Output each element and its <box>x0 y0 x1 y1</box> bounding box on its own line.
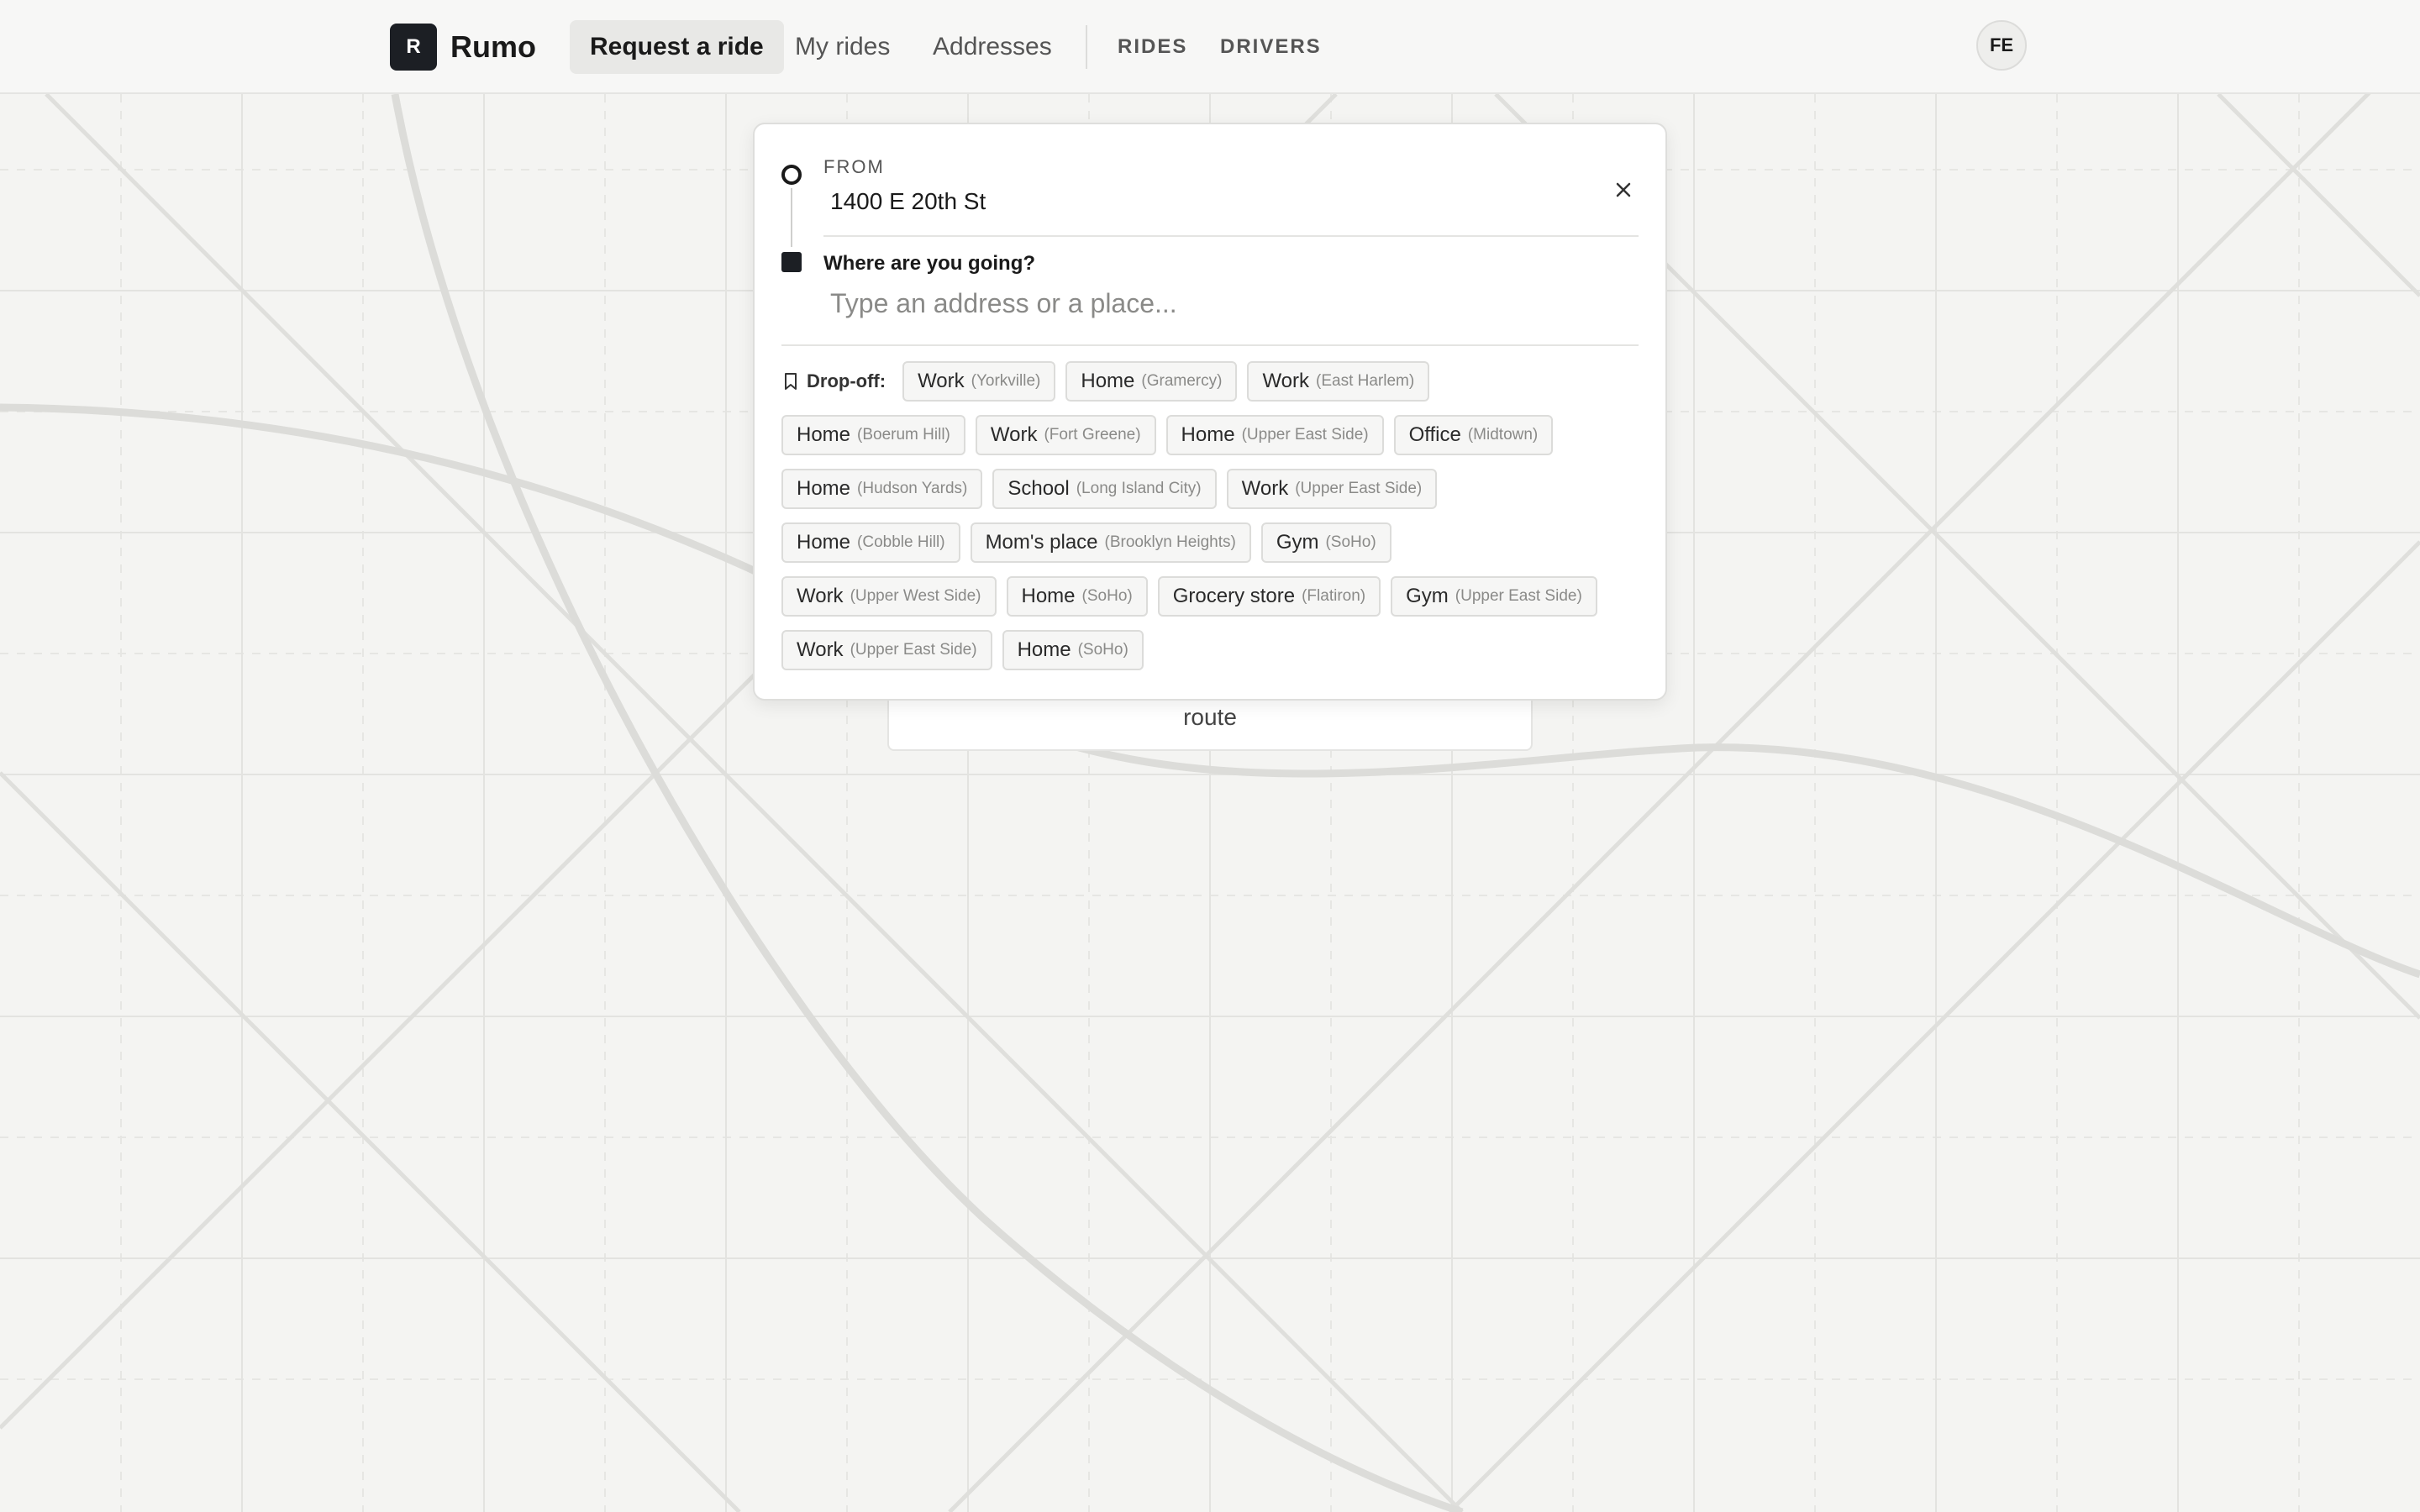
brand-logo-mark[interactable]: R <box>390 24 437 71</box>
saved-place-neighborhood: (Midtown) <box>1467 426 1539 444</box>
origin-marker-icon <box>781 165 802 185</box>
saved-place-name: Gym <box>1406 585 1449 607</box>
nav-request-ride[interactable]: Request a ride <box>570 20 784 74</box>
saved-place-name: Mom's place <box>985 531 1098 554</box>
saved-place-neighborhood: (Fort Greene) <box>1044 426 1141 444</box>
dropoff-chip-row: Work (Upper East Side) Home (SoHo) <box>781 628 1642 672</box>
saved-place-neighborhood: (SoHo) <box>1077 641 1128 659</box>
nav-my-rides[interactable]: My rides <box>775 20 910 74</box>
nav-rides[interactable]: RIDES <box>1114 20 1191 74</box>
saved-place-name: Work <box>918 370 965 392</box>
dropoff-label-text: Drop-off: <box>807 370 886 391</box>
saved-place-chip[interactable]: Home (Gramercy) <box>1065 361 1238 402</box>
saved-place-neighborhood: (Upper East Side) <box>1455 587 1582 605</box>
saved-place-neighborhood: (Upper East Side) <box>1295 480 1423 497</box>
saved-place-neighborhood: (Flatiron) <box>1302 587 1366 605</box>
saved-place-name: Home <box>1181 423 1235 446</box>
saved-place-chip[interactable]: Gym (Upper East Side) <box>1391 576 1597 617</box>
saved-place-chip[interactable]: Home (Upper East Side) <box>1165 415 1384 455</box>
dropoff-chip-row: Home (Cobble Hill) Mom's place (Brooklyn He… <box>781 521 1642 564</box>
saved-place-name: Work <box>797 638 844 661</box>
saved-place-neighborhood: (SoHo) <box>1081 587 1133 605</box>
saved-place-name: Home <box>797 423 851 446</box>
saved-place-chip[interactable]: Mom's place (Brooklyn Heights) <box>970 522 1251 563</box>
saved-place-chip[interactable]: Work (East Harlem) <box>1247 361 1430 402</box>
saved-place-chip[interactable]: Home (SoHo) <box>1006 576 1148 617</box>
saved-place-chip[interactable]: Work (Fort Greene) <box>975 415 1156 455</box>
saved-place-name: Home <box>1081 370 1135 392</box>
dropoff-chip-row: Work (Upper West Side) Home (SoHo) Grocery s… <box>781 575 1642 618</box>
bookmark-icon <box>785 373 797 390</box>
saved-place-chip[interactable]: Home (Boerum Hill) <box>781 415 965 455</box>
saved-place-neighborhood: (SoHo) <box>1325 533 1376 551</box>
saved-place-name: Home <box>1021 585 1076 607</box>
saved-place-chip[interactable]: Home (Hudson Yards) <box>781 469 983 509</box>
from-label: FROM <box>823 156 885 177</box>
route-card-text: route <box>1183 704 1237 730</box>
from-divider <box>823 235 1639 237</box>
saved-place-neighborhood: (Long Island City) <box>1076 480 1202 497</box>
saved-place-chip[interactable]: Office (Midtown) <box>1393 415 1554 455</box>
destination-marker-icon <box>781 252 802 272</box>
saved-place-name: Work <box>1262 370 1310 392</box>
saved-place-chip[interactable]: Home (SoHo) <box>1002 630 1144 670</box>
destination-input[interactable] <box>827 284 1640 323</box>
saved-place-name: Home <box>1017 638 1071 661</box>
nav-divider <box>1086 25 1087 69</box>
saved-place-neighborhood: (Hudson Yards) <box>857 480 968 497</box>
saved-place-name: Home <box>797 477 851 500</box>
brand-name[interactable]: Rumo <box>450 25 536 69</box>
dropoff-label: Drop-off: <box>781 370 886 392</box>
saved-place-chip[interactable]: Work (Yorkville) <box>902 361 1056 402</box>
saved-place-chip[interactable]: Grocery store (Flatiron) <box>1157 576 1381 617</box>
saved-place-name: School <box>1007 477 1070 500</box>
dropoff-suggestions: Drop-off: Work (Yorkville) Home (Gramercy) Wo… <box>781 360 1642 682</box>
saved-place-chip[interactable]: School (Long Island City) <box>992 469 1217 509</box>
dropoff-chip-row: Drop-off: Work (Yorkville) Home (Gramercy) Wo… <box>781 360 1642 403</box>
user-avatar[interactable]: FE <box>1976 20 2027 71</box>
saved-place-chip[interactable]: Work (Upper East Side) <box>781 630 992 670</box>
clear-origin-button[interactable] <box>1607 173 1640 207</box>
saved-place-chip[interactable]: Work (Upper West Side) <box>781 576 997 617</box>
saved-place-neighborhood: (Gramercy) <box>1141 372 1223 390</box>
saved-place-name: Work <box>797 585 844 607</box>
saved-place-neighborhood: (East Harlem) <box>1316 372 1415 390</box>
saved-place-name: Gym <box>1276 531 1319 554</box>
destination-divider <box>781 344 1639 346</box>
top-navigation-bar: R Rumo Request a ride My rides Addresses… <box>0 0 2420 94</box>
ride-request-panel: FROM 1400 E 20th St Where are you going?… <box>753 123 1667 701</box>
close-icon <box>1616 182 1631 197</box>
saved-place-neighborhood: (Upper East Side) <box>1241 426 1369 444</box>
saved-place-name: Grocery store <box>1172 585 1296 607</box>
saved-place-neighborhood: (Yorkville) <box>971 372 1041 390</box>
saved-place-chip[interactable]: Home (Cobble Hill) <box>781 522 960 563</box>
saved-place-name: Work <box>990 423 1038 446</box>
saved-place-chip[interactable]: Gym (SoHo) <box>1260 522 1392 563</box>
from-address-field[interactable]: 1400 E 20th St <box>830 188 986 215</box>
saved-place-neighborhood: (Brooklyn Heights) <box>1104 533 1236 551</box>
route-connector-line <box>791 188 792 247</box>
destination-label: Where are you going? <box>823 252 1036 275</box>
saved-place-neighborhood: (Upper West Side) <box>850 587 981 605</box>
saved-place-name: Office <box>1408 423 1461 446</box>
saved-place-name: Work <box>1241 477 1289 500</box>
dropoff-chip-row: Home (Hudson Yards) School (Long Island Cit… <box>781 467 1642 511</box>
saved-place-neighborhood: (Cobble Hill) <box>857 533 945 551</box>
dropoff-chip-row: Home (Boerum Hill) Work (Fort Greene) Home (U… <box>781 413 1642 457</box>
saved-place-neighborhood: (Boerum Hill) <box>857 426 950 444</box>
saved-place-neighborhood: (Upper East Side) <box>850 641 977 659</box>
saved-place-chip[interactable]: Work (Upper East Side) <box>1226 469 1438 509</box>
nav-drivers[interactable]: DRIVERS <box>1217 20 1325 74</box>
saved-place-name: Home <box>797 531 851 554</box>
nav-addresses[interactable]: Addresses <box>913 20 1072 74</box>
